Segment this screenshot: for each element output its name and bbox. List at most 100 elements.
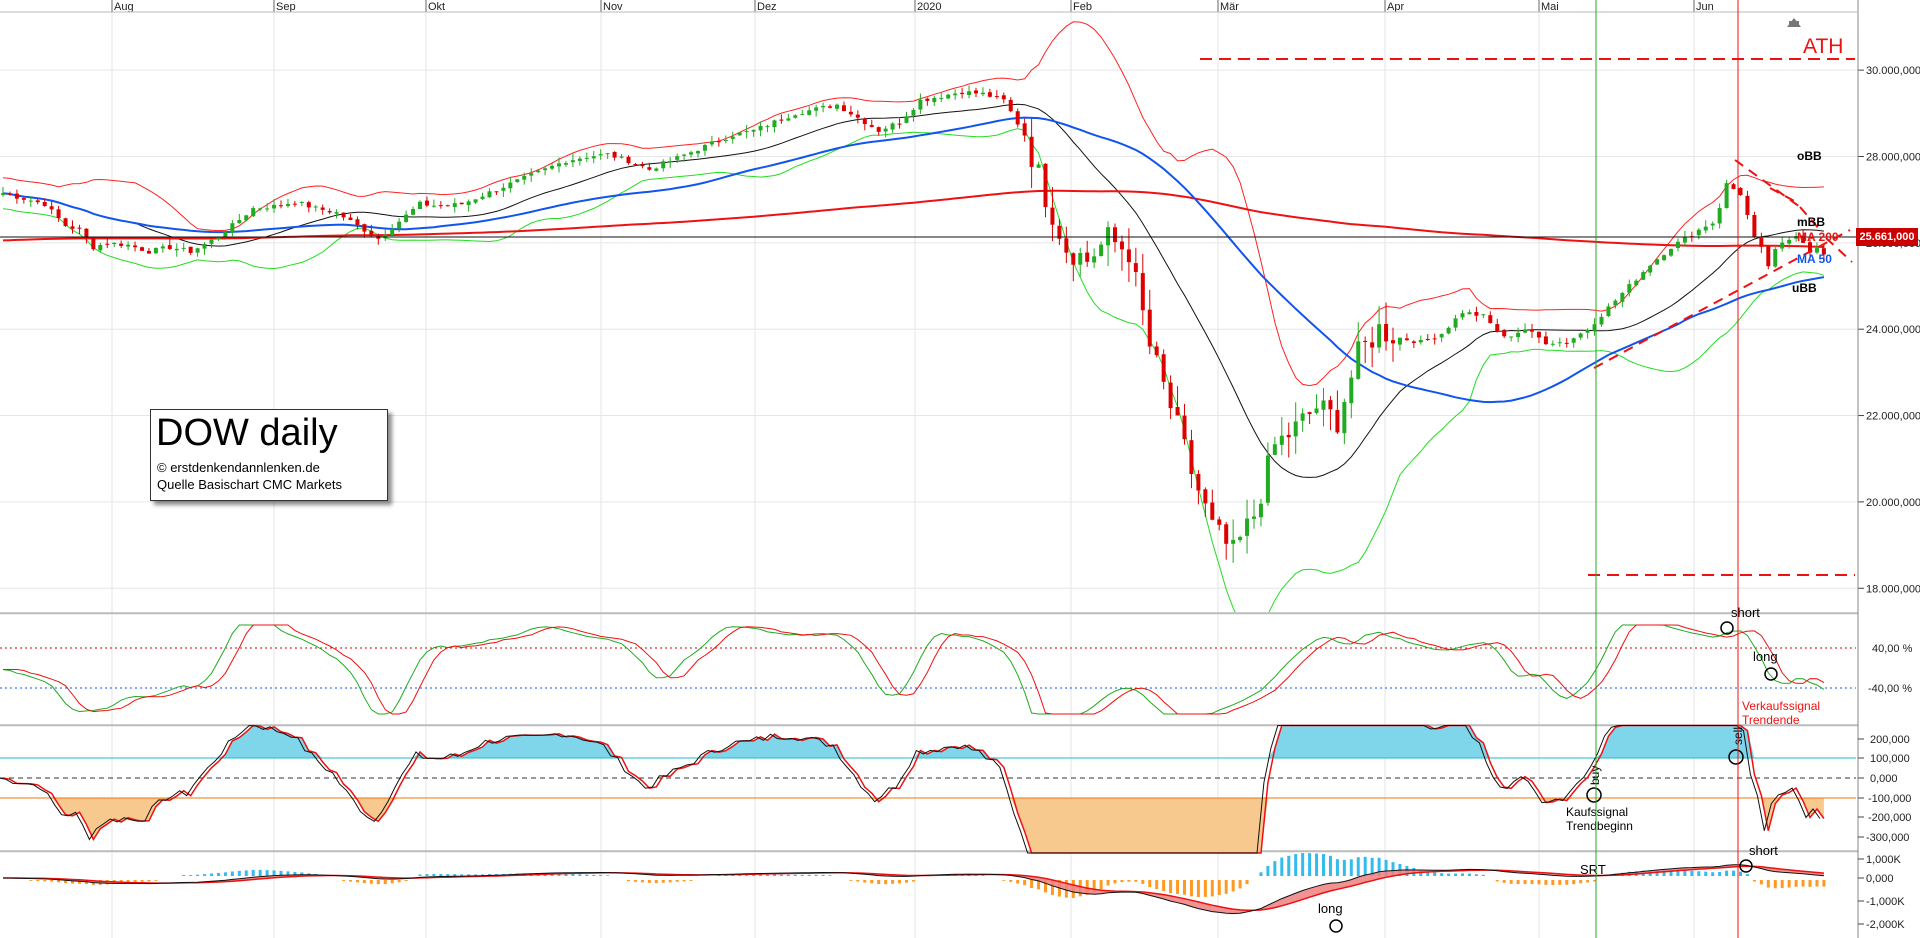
last-price-tag: 25.661,000 [1856, 228, 1918, 246]
candle-body [1050, 207, 1055, 225]
candle-body [702, 145, 707, 151]
macd-histogram-bar [1745, 874, 1749, 876]
candle-body [1655, 259, 1660, 265]
macd-histogram-bar [661, 880, 665, 883]
candle-body [1161, 354, 1166, 382]
candle-body [1780, 242, 1785, 249]
candle-body [939, 97, 944, 99]
candle-body [21, 198, 26, 200]
macd-histogram-bar [189, 875, 193, 876]
macd-histogram-bar [57, 880, 61, 883]
macd-histogram-bar [1822, 880, 1826, 887]
macd-histogram-bar [1231, 880, 1235, 892]
candle-body [1224, 524, 1229, 544]
macd-histogram-bar [766, 874, 769, 876]
macd-histogram-bar [592, 874, 596, 876]
macd-histogram-bar [1558, 880, 1562, 885]
candle-body [633, 164, 638, 166]
month-label: Apr [1387, 1, 1404, 13]
macd-histogram-bar [1586, 880, 1590, 883]
macd-signal-line [3, 865, 1824, 912]
macd-histogram-bar [668, 880, 672, 883]
candle-body [647, 167, 652, 170]
macd-histogram-bar [140, 880, 144, 882]
candle-body [1474, 312, 1479, 316]
candle-body [126, 244, 131, 247]
candle-body [411, 209, 416, 215]
macd-histogram-bar [1718, 871, 1722, 876]
macd-histogram-bar [1572, 880, 1576, 885]
macd-tick-label: 1,000K [1866, 854, 1902, 866]
macd-histogram-bar [1210, 880, 1214, 897]
macd-histogram-bar [1579, 880, 1583, 884]
macd-histogram-bar [1787, 880, 1791, 888]
candle-body [529, 173, 534, 176]
candle-body [285, 203, 290, 207]
candle-body [1231, 539, 1236, 544]
macd-histogram-bar [1189, 880, 1193, 897]
candle-body [1502, 329, 1507, 337]
macd-histogram-bar [905, 880, 908, 883]
macd-histogram-bar [1099, 880, 1103, 890]
macd-histogram-bar [1711, 872, 1715, 876]
candle-body [1717, 208, 1722, 224]
macd-histogram-bar [1523, 880, 1527, 884]
macd-histogram-bar [1474, 874, 1478, 876]
candle-body [960, 92, 965, 95]
candle-body [7, 193, 12, 195]
candle-body [1488, 315, 1493, 323]
macd-histogram-bar [898, 880, 902, 884]
candle-body [445, 205, 450, 207]
candle-body [550, 165, 555, 169]
osc-annotation-trend-end: Trendende [1742, 713, 1800, 727]
candle-body [828, 106, 833, 108]
candle-body [480, 196, 485, 200]
macd-histogram-bar [1224, 880, 1228, 894]
candle-body [272, 204, 277, 209]
ubb-label: uBB [1792, 281, 1817, 295]
candle-body [1175, 407, 1180, 416]
candle-body [1321, 400, 1326, 410]
macd-histogram-bar [814, 874, 818, 876]
candle-body [696, 151, 700, 154]
candle-body [807, 110, 812, 115]
price-tick-label: 30.000,000 [1866, 65, 1920, 77]
macd-histogram-bar [1196, 880, 1200, 898]
oscillator-panel: 40,00 % -40,00 % short long VerkaufssignalTr… [0, 605, 1913, 727]
macd-histogram-bar [1683, 870, 1687, 876]
candle-body [869, 125, 874, 127]
candle-body [1627, 284, 1632, 293]
candle-body [418, 201, 422, 209]
candle-body [793, 115, 798, 118]
candle-body [209, 239, 214, 244]
candle-body [320, 207, 325, 210]
macd-histogram-bar [1342, 859, 1346, 876]
candle-body [1029, 136, 1034, 167]
macd-histogram-bar [1335, 859, 1339, 876]
candle-body [1669, 248, 1673, 256]
macd-histogram-bar [258, 869, 262, 876]
candle-body [1682, 236, 1687, 243]
candle-body [473, 199, 478, 203]
month-label: Mär [1220, 1, 1239, 13]
macd-histogram-bar [606, 875, 610, 876]
macd-histogram-bar [1155, 880, 1159, 890]
candle-body [994, 96, 999, 98]
candle-body [1641, 272, 1646, 280]
ma50-line [2, 116, 1825, 404]
candle-body [49, 206, 54, 210]
house-icon[interactable] [1787, 18, 1801, 27]
candle-body [1286, 434, 1291, 438]
macd-histogram-bar [1697, 871, 1701, 876]
macd-histogram-bar [1815, 880, 1819, 887]
candle-body [1064, 238, 1069, 253]
macd-histogram-bar [1467, 873, 1471, 876]
macd-histogram-bar [376, 880, 380, 885]
macd-annotation-long: long [1318, 901, 1343, 916]
candle-body [181, 247, 186, 249]
candle-body [709, 141, 714, 145]
candle-body [1509, 336, 1514, 338]
macd-histogram-bar [1454, 873, 1458, 876]
macd-histogram-bar [265, 870, 269, 876]
macd-histogram-bar [1725, 870, 1729, 876]
